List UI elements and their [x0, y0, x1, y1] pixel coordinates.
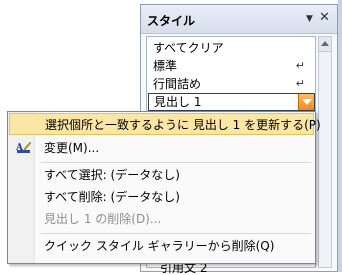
- style-item-label: 行間詰め: [153, 77, 202, 91]
- style-dropdown-button[interactable]: [298, 94, 314, 110]
- style-item-clear-all[interactable]: すべてクリア: [153, 39, 313, 57]
- scroll-up-icon: [321, 41, 329, 46]
- menu-separator: [41, 162, 311, 163]
- svg-text:A: A: [16, 143, 24, 153]
- change-style-icon: A: [16, 141, 32, 153]
- menu-item-label: 変更(M)...: [44, 141, 100, 155]
- menu-item-delete-all[interactable]: すべて削除: (データなし): [9, 186, 314, 208]
- style-context-menu: 選択個所と一致するように 見出し 1 を更新する(P) A 変更(M)... す…: [7, 111, 321, 264]
- style-list-scrollbar[interactable]: [318, 36, 332, 268]
- style-item-heading1[interactable]: 見出し 1: [148, 93, 315, 111]
- menu-item-update-to-match[interactable]: 選択個所と一致するように 見出し 1 を更新する(P): [9, 113, 321, 135]
- paragraph-mark-icon: ↵: [295, 59, 305, 72]
- style-item-label: 見出し 1: [154, 95, 202, 109]
- scroll-up-button[interactable]: [319, 37, 331, 52]
- paragraph-mark-icon: ↵: [295, 77, 305, 90]
- menu-item-label: すべて削除: (データなし): [44, 190, 180, 204]
- menu-item-label: すべて選択: (データなし): [44, 168, 180, 182]
- style-item-label: すべてクリア: [153, 41, 224, 55]
- pane-header: スタイル ▼ ✕: [141, 5, 337, 34]
- menu-item-label: 選択個所と一致するように 見出し 1 を更新する(P): [45, 118, 321, 132]
- menu-item-modify[interactable]: A 変更(M)...: [9, 137, 314, 159]
- menu-separator: [41, 233, 311, 234]
- close-icon[interactable]: ✕: [319, 10, 330, 25]
- menu-item-remove-from-gallery[interactable]: クイック スタイル ギャラリーから削除(Q): [9, 235, 314, 257]
- menu-item-select-all[interactable]: すべて選択: (データなし): [9, 164, 314, 186]
- style-item-normal[interactable]: 標準 ↵: [153, 57, 313, 75]
- pane-title: スタイル: [147, 14, 196, 28]
- style-item-no-spacing[interactable]: 行間詰め ↵: [153, 75, 313, 93]
- menu-item-label: クイック スタイル ギャラリーから削除(Q): [44, 239, 275, 253]
- menu-item-delete-style: 見出し 1 の削除(D)...: [9, 208, 314, 230]
- menu-item-label: 見出し 1 の削除(D)...: [44, 212, 162, 226]
- window-edge: [338, 0, 342, 272]
- style-item-label: 標準: [153, 59, 178, 73]
- chevron-down-icon: [302, 99, 312, 105]
- pane-menu-icon[interactable]: ▼: [306, 14, 313, 24]
